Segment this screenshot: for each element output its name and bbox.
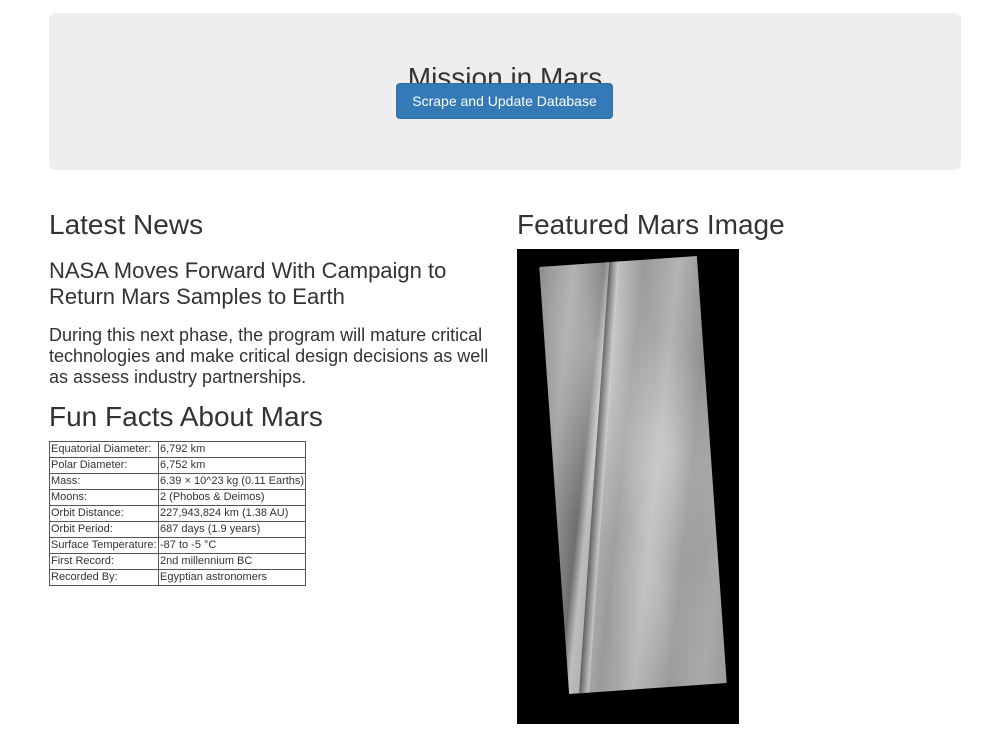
table-row: Mass: 6.39 × 10^23 kg (0.11 Earths) (49, 473, 307, 490)
fact-value: 6.39 × 10^23 kg (0.11 Earths) (157, 473, 307, 490)
fact-label: Orbit Distance: (49, 505, 159, 522)
fact-label: Moons: (49, 489, 159, 506)
fact-label: Orbit Period: (49, 521, 159, 538)
table-row: First Record: 2nd millennium BC (49, 553, 307, 570)
fact-label: First Record: (49, 553, 159, 570)
fact-label: Mass: (49, 473, 159, 490)
table-row: Equatorial Diameter: 6,792 km (49, 441, 307, 458)
featured-mars-image (517, 249, 739, 724)
fun-facts-heading: Fun Facts About Mars (49, 401, 323, 432)
table-row: Moons: 2 (Phobos & Deimos) (49, 489, 307, 506)
fact-label: Surface Temperature: (49, 537, 159, 554)
fact-label: Recorded By: (49, 569, 159, 586)
news-headline: NASA Moves Forward With Campaign to Retu… (49, 258, 447, 309)
right-column: Featured Mars Image (517, 206, 961, 724)
table-row: Recorded By: Egyptian astronomers (49, 569, 307, 586)
surface-ridge (579, 261, 620, 694)
left-column: Latest News NASA Moves Forward With Camp… (49, 206, 499, 586)
table-row: Polar Diameter: 6,752 km (49, 457, 307, 474)
fact-value: 6,752 km (157, 457, 307, 474)
mars-facts-table: Equatorial Diameter: 6,792 km Polar Diam… (49, 441, 307, 586)
fact-value: 227,943,824 km (1.38 AU) (157, 505, 307, 522)
fact-value: 6,792 km (157, 441, 307, 458)
fact-value: 2 (Phobos & Deimos) (157, 489, 307, 506)
scrape-update-button[interactable]: Scrape and Update Database (396, 83, 613, 119)
fact-value: 2nd millennium BC (157, 553, 307, 570)
featured-image-heading: Featured Mars Image (517, 209, 785, 240)
fact-value: Egyptian astronomers (157, 569, 307, 586)
table-row: Surface Temperature: -87 to -5 °C (49, 537, 307, 554)
fact-label: Polar Diameter: (49, 457, 159, 474)
fact-value: 687 days (1.9 years) (157, 521, 307, 538)
latest-news-heading: Latest News (49, 209, 204, 240)
fact-label: Equatorial Diameter: (49, 441, 159, 458)
table-row: Orbit Period: 687 days (1.9 years) (49, 521, 307, 538)
table-row: Orbit Distance: 227,943,824 km (1.38 AU) (49, 505, 307, 522)
mars-surface-strip (539, 256, 727, 694)
header-jumbotron: Mission in Mars Scrape and Update Databa… (49, 13, 961, 170)
fact-value: -87 to -5 °C (157, 537, 307, 554)
news-teaser: During this next phase, the program will… (49, 325, 489, 387)
